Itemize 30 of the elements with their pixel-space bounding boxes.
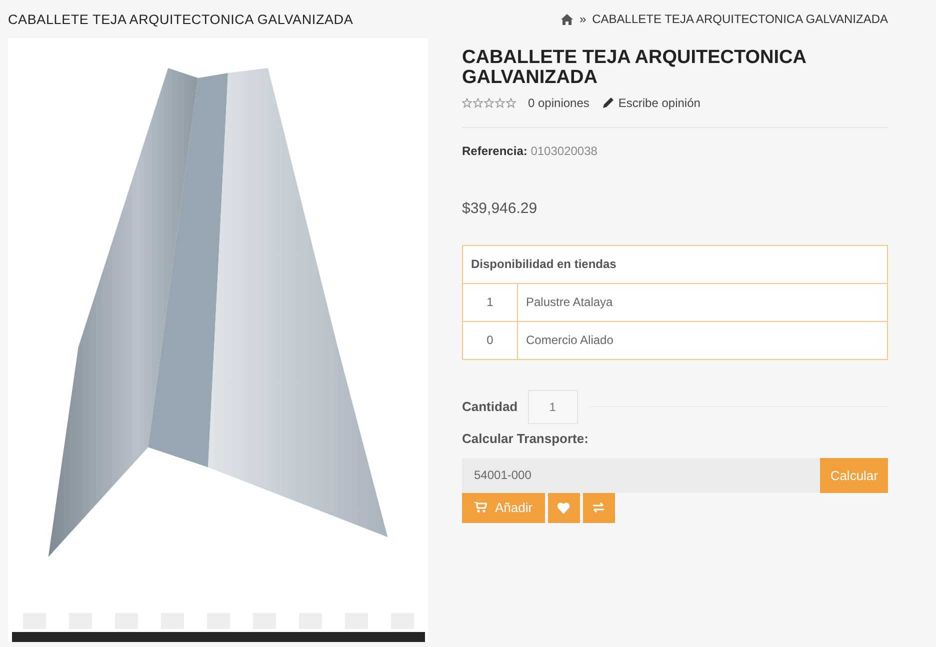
star-icon — [473, 98, 483, 108]
thumbnail-scrollbar[interactable] — [12, 632, 424, 642]
breadcrumb-current: CABALLETE TEJA ARQUITECTONICA GALVANIZADA — [592, 12, 888, 26]
table-cell: 0 — [462, 321, 518, 360]
star-icon — [462, 98, 472, 108]
table-cell: Comercio Aliado — [518, 321, 888, 360]
quantity-label: Cantidad — [462, 399, 518, 414]
table-cell: 1 — [462, 283, 518, 322]
table-header: Disponibilidad en tiendas — [462, 245, 888, 284]
pencil-icon[interactable] — [603, 97, 614, 108]
heart-icon — [557, 502, 570, 514]
postal-code-field[interactable]: 54001-000 — [462, 458, 820, 493]
home-icon[interactable] — [561, 14, 574, 24]
write-review-link[interactable]: Escribe opinión — [618, 96, 700, 110]
compare-button[interactable] — [582, 492, 615, 523]
product-title: CABALLETE TEJA ARQUITECTONICA GALVANIZADA — [462, 48, 807, 88]
shipping-label: Calcular Transporte: — [462, 430, 590, 446]
reference-text: Referencia: 0103020038 — [462, 144, 598, 158]
swap-arrows-icon — [592, 502, 606, 514]
review-count[interactable]: 0 opiniones — [528, 96, 590, 110]
product-price: $39,946.29 — [462, 200, 538, 217]
star-icon — [506, 98, 516, 108]
table-cell: Palustre Atalaya — [518, 283, 888, 322]
page-title: CABALLETE TEJA ARQUITECTONICA GALVANIZADA — [8, 12, 354, 26]
star-icon — [495, 98, 505, 108]
cart-icon — [474, 502, 487, 514]
wishlist-button[interactable] — [548, 492, 580, 523]
quantity-field[interactable]: 1 — [528, 390, 578, 424]
star-icon — [484, 98, 494, 108]
breadcrumb-separator: » — [579, 12, 586, 26]
